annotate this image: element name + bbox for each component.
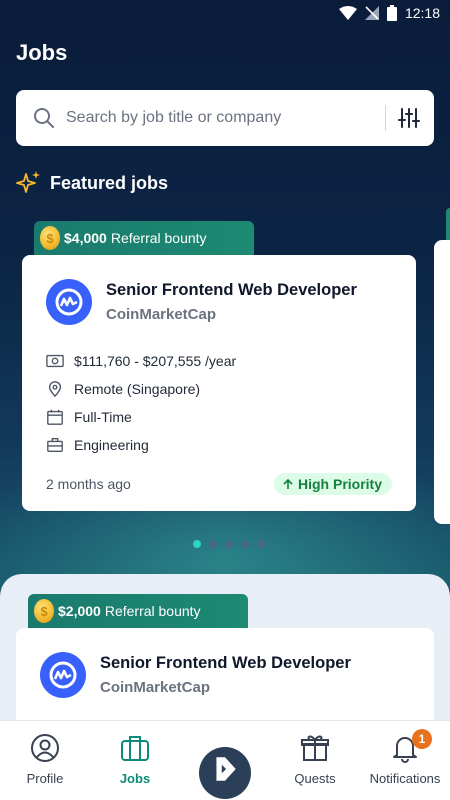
carousel-dot[interactable] (225, 540, 233, 548)
posted-time: 2 months ago (46, 476, 131, 492)
cash-icon (46, 354, 64, 368)
job-type-row: Full-Time (46, 403, 392, 431)
bounty-amount: $4,000 (64, 230, 107, 246)
status-bar: 12:18 (0, 0, 450, 26)
priority-badge: High Priority (273, 473, 392, 495)
app-logo-button[interactable] (199, 747, 251, 799)
wifi-icon (338, 6, 357, 20)
search-icon (34, 108, 54, 128)
company-name: CoinMarketCap (100, 679, 211, 696)
nav-profile[interactable]: Profile (0, 721, 90, 786)
profile-icon (31, 734, 59, 762)
page-title: Jobs (16, 40, 68, 65)
carousel-indicator (0, 540, 450, 548)
salary-range: $111,760 - $207,555 /year (74, 353, 237, 369)
carousel-dot[interactable] (193, 540, 201, 548)
nav-notifications[interactable]: 1 Notifications (360, 721, 450, 786)
list-bounty-tag: $ $2,000 Referral bounty (28, 594, 248, 628)
job-title: Senior Frontend Web Developer (106, 281, 357, 299)
featured-jobs-heading: Featured jobs (16, 170, 168, 196)
nav-jobs[interactable]: Jobs (90, 721, 180, 786)
carousel-dot[interactable] (241, 540, 249, 548)
job-title: Senior Frontend Web Developer (100, 654, 351, 672)
job-location: Remote (Singapore) (74, 381, 201, 397)
job-type: Full-Time (74, 409, 132, 425)
search-divider (385, 105, 386, 131)
featured-bounty-tag: $ $4,000 Referral bounty (34, 221, 254, 255)
priority-label: High Priority (297, 476, 382, 492)
location-row: Remote (Singapore) (46, 375, 392, 403)
bounty-label: Referral bounty (110, 230, 207, 246)
gift-icon (301, 735, 329, 761)
calendar-icon (47, 409, 63, 425)
bounty-amount: $2,000 (58, 603, 101, 619)
featured-job-card[interactable]: Senior Frontend Web Developer CoinMarket… (22, 255, 416, 511)
location-pin-icon (48, 381, 62, 398)
coin-icon: $ (34, 599, 54, 623)
coinmarketcap-logo-icon (55, 288, 83, 316)
search-input[interactable] (66, 109, 373, 127)
nav-quests[interactable]: Quests (270, 721, 360, 786)
nav-quests-label: Quests (294, 771, 336, 786)
bottom-navigation: Profile Jobs Quests 1 Notifications (0, 720, 450, 800)
company-logo (46, 279, 92, 325)
job-department: Engineering (74, 437, 149, 453)
company-name: CoinMarketCap (106, 306, 217, 323)
search-bar[interactable] (16, 90, 434, 146)
nav-center[interactable] (180, 721, 270, 799)
app-logo-icon (216, 757, 236, 781)
battery-icon (386, 5, 397, 21)
carousel-dot[interactable] (209, 540, 217, 548)
notification-badge: 1 (412, 729, 432, 749)
arrow-up-icon (283, 478, 293, 489)
briefcase-icon (121, 736, 149, 761)
carousel-dot[interactable] (257, 540, 265, 548)
nav-profile-label: Profile (26, 771, 64, 786)
coinmarketcap-logo-icon (49, 661, 77, 689)
next-card-bounty-peek (446, 208, 450, 242)
briefcase-icon (47, 438, 63, 452)
nav-jobs-label: Jobs (119, 771, 151, 786)
status-time: 12:18 (404, 5, 440, 21)
department-row: Engineering (46, 431, 392, 459)
filter-sliders-icon[interactable] (398, 107, 420, 129)
no-signal-icon (364, 6, 379, 20)
next-job-card-peek[interactable] (434, 240, 450, 524)
featured-jobs-label: Featured jobs (50, 172, 169, 193)
company-logo (40, 652, 86, 698)
nav-notifications-label: Notifications (369, 771, 441, 786)
salary-row: $111,760 - $207,555 /year (46, 347, 392, 375)
sparkles-icon (16, 171, 40, 193)
coin-icon: $ (40, 226, 60, 250)
bounty-label: Referral bounty (104, 603, 201, 619)
